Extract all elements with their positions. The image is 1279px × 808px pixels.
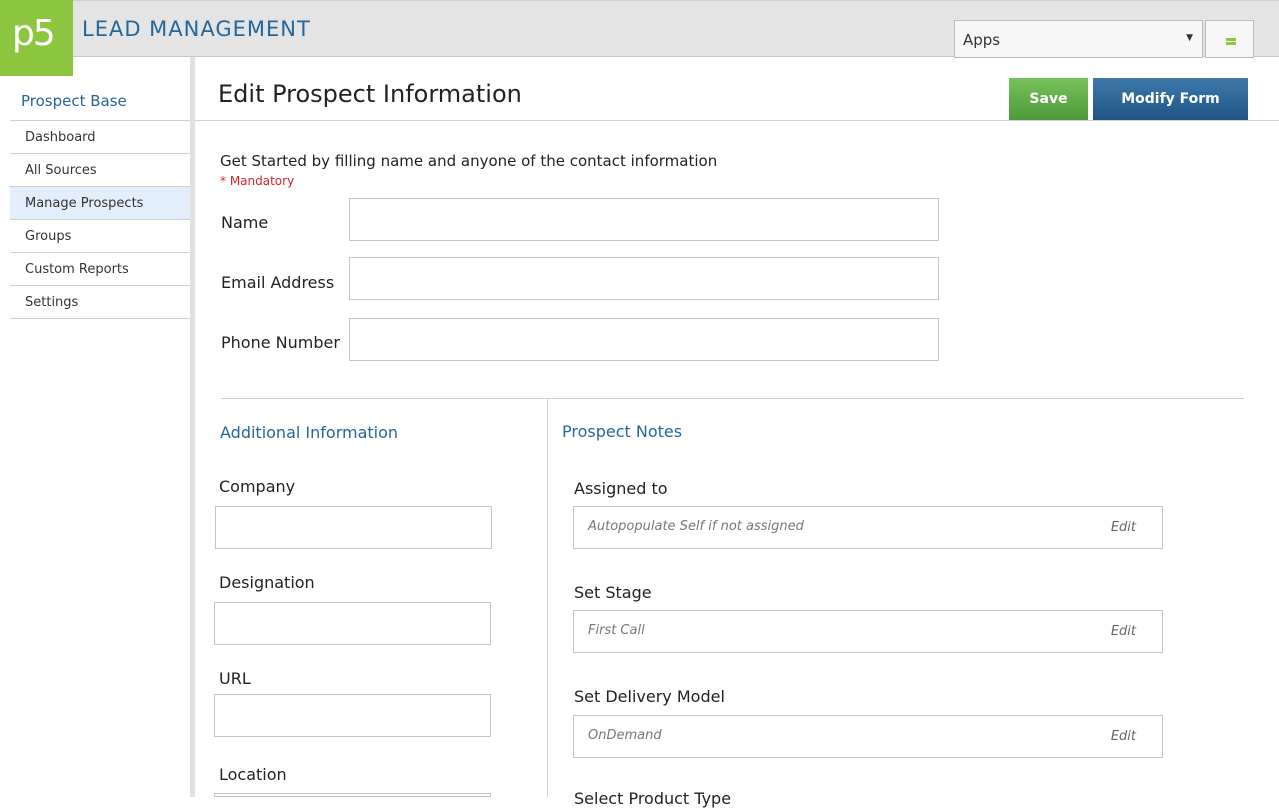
logo-text: p5 — [12, 13, 56, 54]
menu-icon — [1226, 37, 1236, 45]
delivery-model-value: OnDemand — [588, 728, 662, 743]
set-stage-field[interactable]: First Call Edit — [573, 610, 1163, 653]
url-input[interactable] — [214, 694, 491, 737]
location-label: Location — [219, 765, 287, 784]
sidebar-item-dashboard[interactable]: Dashboard — [10, 121, 190, 154]
email-input[interactable] — [349, 257, 939, 300]
modify-form-button[interactable]: Modify Form — [1093, 78, 1248, 120]
sidebar-item-all-sources[interactable]: All Sources — [10, 154, 190, 187]
product-type-label: Select Product Type — [574, 789, 732, 808]
intro-text: Get Started by filling name and anyone o… — [220, 152, 718, 170]
phone-label: Phone Number — [221, 333, 340, 352]
sidebar-nav: Dashboard All Sources Manage Prospects G… — [10, 120, 190, 319]
menu-button[interactable] — [1205, 20, 1254, 58]
url-label: URL — [219, 669, 251, 688]
name-input[interactable] — [349, 198, 939, 241]
save-button[interactable]: Save — [1009, 78, 1088, 120]
assigned-to-edit-link[interactable]: Edit — [1111, 520, 1136, 535]
sidebar-title[interactable]: Prospect Base — [21, 92, 127, 110]
assigned-to-value: Autopopulate Self if not assigned — [588, 519, 804, 534]
delivery-model-field[interactable]: OnDemand Edit — [573, 715, 1163, 758]
location-input[interactable] — [214, 793, 491, 797]
apps-dropdown-value: Apps — [963, 31, 1001, 49]
set-stage-edit-link[interactable]: Edit — [1111, 624, 1136, 639]
title-divider — [195, 120, 1279, 121]
delivery-model-edit-link[interactable]: Edit — [1111, 729, 1136, 744]
designation-input[interactable] — [214, 602, 491, 645]
sidebar-item-custom-reports[interactable]: Custom Reports — [10, 253, 190, 286]
email-label: Email Address — [221, 273, 335, 292]
top-header: LEAD MANAGEMENT Apps ▼ — [0, 0, 1279, 58]
set-stage-value: First Call — [588, 623, 645, 638]
phone-input[interactable] — [349, 318, 939, 361]
app-title: LEAD MANAGEMENT — [82, 17, 311, 41]
sidebar-item-manage-prospects[interactable]: Manage Prospects — [10, 187, 190, 220]
sidebar-item-settings[interactable]: Settings — [10, 286, 190, 319]
page-title: Edit Prospect Information — [218, 80, 522, 108]
mandatory-note: * Mandatory — [220, 174, 295, 188]
assigned-to-field[interactable]: Autopopulate Self if not assigned Edit — [573, 506, 1163, 549]
sidebar-divider[interactable] — [190, 57, 195, 797]
company-input[interactable] — [215, 506, 492, 549]
designation-label: Designation — [219, 573, 315, 592]
delivery-model-label: Set Delivery Model — [574, 687, 725, 706]
column-divider — [547, 399, 548, 797]
assigned-to-label: Assigned to — [574, 479, 668, 498]
set-stage-label: Set Stage — [574, 583, 652, 602]
p5-logo[interactable]: p5 — [0, 0, 73, 76]
additional-info-heading: Additional Information — [220, 423, 399, 442]
sidebar-item-groups[interactable]: Groups — [10, 220, 190, 253]
prospect-notes-heading: Prospect Notes — [562, 422, 683, 441]
caret-down-icon: ▼ — [1186, 33, 1193, 43]
sidebar: Prospect Base Dashboard All Sources Mana… — [0, 57, 190, 797]
section-divider — [221, 398, 1244, 399]
company-label: Company — [219, 477, 296, 496]
apps-dropdown[interactable]: Apps ▼ — [954, 20, 1203, 58]
name-label: Name — [221, 213, 269, 232]
